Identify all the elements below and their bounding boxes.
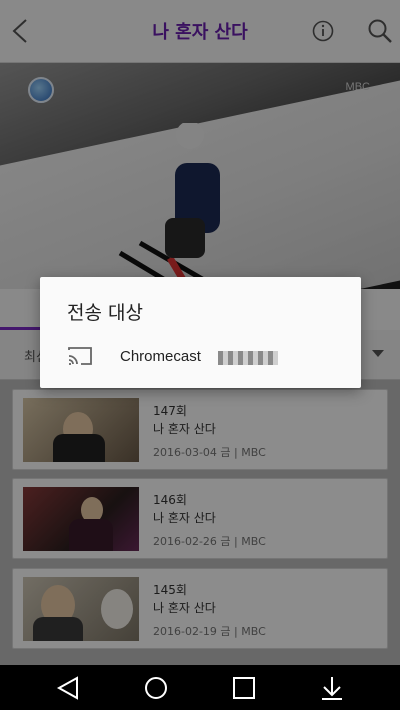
system-nav-bar: [0, 665, 400, 710]
cast-device-item[interactable]: Chromecast: [40, 339, 361, 379]
cast-icon: [68, 347, 92, 365]
nav-back-icon[interactable]: [55, 674, 83, 702]
cast-device-name: Chromecast: [120, 348, 201, 365]
dialog-title: 전송 대상: [67, 302, 143, 324]
nav-home-icon[interactable]: [142, 674, 170, 702]
cast-dialog: 전송 대상 Chromecast: [40, 277, 361, 388]
redacted-device-suffix: [218, 351, 278, 365]
nav-recents-icon[interactable]: [230, 674, 258, 702]
nav-download-icon[interactable]: [318, 674, 346, 702]
